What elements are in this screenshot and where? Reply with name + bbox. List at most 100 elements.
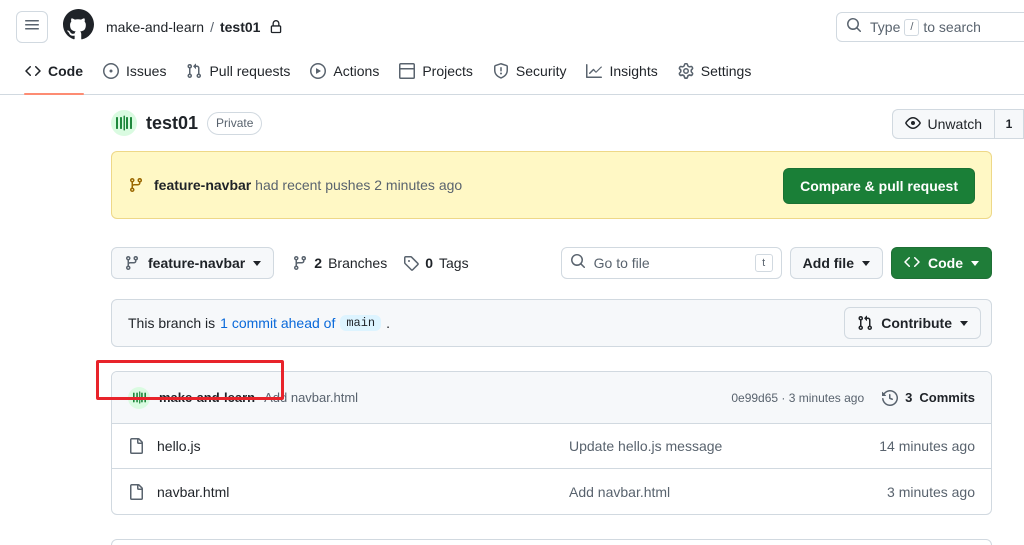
go-to-file-input[interactable]: Go to file t [560,247,782,279]
github-logo-button[interactable] [62,9,94,45]
commit-time: 3 minutes ago [788,390,865,405]
issue-opened-icon [103,63,119,79]
graph-icon [586,63,603,79]
unwatch-button[interactable]: Unwatch [891,109,994,139]
branch-toolbar: feature-navbar 2 Branches 0 Tags Go to f… [111,243,992,283]
branches-count-link[interactable]: 2 Branches [292,255,387,271]
table-row[interactable]: hello.js Update hello.js message 14 minu… [112,424,991,469]
breadcrumb-repo[interactable]: test01 [220,19,260,35]
comparison-suffix: . [386,315,391,331]
tab-code-label: Code [48,63,83,79]
branch-selector-button[interactable]: feature-navbar [111,247,275,279]
commit-message[interactable]: Add navbar.html [264,390,358,405]
add-file-label: Add file [802,255,854,271]
global-search-input[interactable]: Type / to search [836,12,1024,42]
table-row[interactable]: navbar.html Add navbar.html 3 minutes ag… [112,469,991,514]
code-icon [25,63,41,79]
tab-actions[interactable]: Actions [301,54,388,88]
watch-count[interactable]: 1 [994,109,1024,139]
branch-comparison-text: This branch is 1 commit ahead of main . [128,315,390,331]
file-name[interactable]: navbar.html [157,484,229,500]
branch-comparison-bar: This branch is 1 commit ahead of main . … [111,299,992,347]
chevron-down-icon [862,260,870,266]
contribute-button[interactable]: Contribute [844,307,981,339]
tab-projects-label: Projects [422,63,473,79]
file-commit-message[interactable]: Update hello.js message [569,438,722,454]
main-column: feature-navbar had recent pushes 2 minut… [16,151,1008,545]
contribute-label: Contribute [881,315,952,331]
recent-push-banner: feature-navbar had recent pushes 2 minut… [111,151,992,219]
code-clone-button[interactable]: Code [891,247,992,279]
search-placeholder-prefix: Type [870,19,901,35]
compare-pull-request-button[interactable]: Compare & pull request [783,168,975,204]
toolbar-right-actions: Go to file t Add file Code [560,247,992,279]
tags-label: Tags [439,255,469,271]
commits-label: Commits [919,390,975,405]
file-icon [128,483,144,500]
branches-count: 2 [314,255,323,271]
search-placeholder: Type / to search [870,18,981,36]
tab-insights[interactable]: Insights [577,54,666,88]
refs-stats: 2 Branches 0 Tags [292,255,469,271]
slash-key-hint: / [904,18,920,36]
history-icon [882,389,899,406]
tab-projects[interactable]: Projects [390,54,482,88]
tab-issues[interactable]: Issues [94,54,175,88]
go-to-file-placeholder: Go to file [593,255,650,271]
add-file-button[interactable]: Add file [789,247,883,279]
github-logo-icon [62,9,94,45]
avatar [128,386,150,409]
file-commit-time: 14 minutes ago [879,438,975,454]
chevron-down-icon [971,260,979,266]
commit-author[interactable]: make-and-learn [159,390,255,405]
file-commit-message[interactable]: Add navbar.html [569,484,670,500]
commit-meta-separator: · [781,390,786,405]
tab-pull-requests[interactable]: Pull requests [177,54,299,88]
shield-icon [493,63,509,79]
file-list-table: make-and-learn Add navbar.html 0e99d65 ·… [111,371,992,515]
chevron-down-icon [253,260,262,266]
lock-icon [269,20,283,34]
tab-settings-label: Settings [700,63,752,79]
branches-label: Branches [328,255,388,271]
breadcrumb-owner[interactable]: make-and-learn [106,19,204,35]
gear-icon [678,63,694,79]
commits-history-link[interactable]: 3 Commits [882,389,975,406]
recent-push-text: feature-navbar had recent pushes 2 minut… [154,177,462,193]
page-title[interactable]: test01 [146,113,198,134]
file-name[interactable]: hello.js [157,438,201,454]
table-icon [399,63,416,79]
tab-actions-label: Actions [333,63,380,79]
global-header: make-and-learn / test01 Type / to search [0,0,1024,54]
git-pull-request-icon [186,63,202,79]
git-branch-icon [292,255,308,271]
git-branch-icon [124,255,140,271]
commit-sha[interactable]: 0e99d65 [731,391,778,405]
tags-count: 0 [425,255,434,271]
search-icon [846,17,862,38]
tab-security[interactable]: Security [484,54,576,88]
git-pull-request-icon [857,315,873,331]
tab-code[interactable]: Code [16,54,92,95]
comparison-prefix: This branch is [128,315,216,331]
tab-issues-label: Issues [126,63,167,79]
breadcrumb-separator: / [210,19,214,35]
code-icon [904,254,920,273]
commit-sha-and-time: 0e99d65 · 3 minutes ago [731,391,864,405]
search-icon [570,253,586,274]
recent-push-description: had recent pushes 2 minutes ago [255,177,463,193]
repository-nav-tabs: Code Issues Pull requests Actions Projec… [0,54,1024,95]
tab-settings[interactable]: Settings [669,54,761,88]
hamburger-menu-icon [24,17,40,38]
eye-icon [904,115,921,134]
recent-push-branch[interactable]: feature-navbar [154,177,251,193]
base-branch-chip: main [340,315,382,331]
tags-count-link[interactable]: 0 Tags [403,255,469,271]
repository-header: test01 Private Unwatch 1 [16,95,1024,151]
visibility-badge: Private [207,111,263,135]
tab-pull-requests-label: Pull requests [209,63,291,79]
hamburger-menu-button[interactable] [16,11,48,43]
commits-count: 3 [905,390,913,405]
commits-ahead-link[interactable]: 1 commit ahead of [220,315,335,331]
readme-panel [111,539,992,545]
